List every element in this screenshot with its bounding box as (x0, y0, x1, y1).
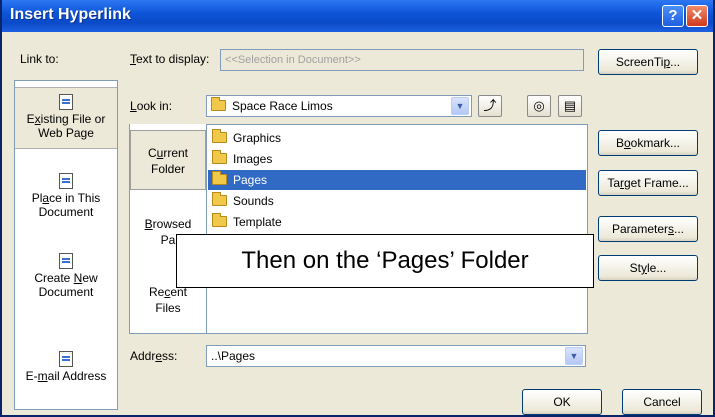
link-place-in-document[interactable]: Place in This Document (15, 173, 117, 229)
browse-file-icon[interactable]: ▤ (558, 95, 582, 117)
file-item-pages[interactable]: Pages (208, 170, 586, 190)
style-button[interactable]: Style... (598, 255, 698, 281)
link-to-bar: Existing File or Web Page Place in This … (14, 80, 118, 410)
folder-icon (212, 213, 227, 227)
link-existing-file[interactable]: Existing File or Web Page (15, 87, 117, 149)
address-dropdown-arrow-icon[interactable]: ▼ (565, 347, 583, 365)
instruction-callout: Then on the ‘Pages’ Folder (176, 234, 594, 288)
title-bar: Insert Hyperlink ? ✕ (2, 0, 713, 32)
file-item-images[interactable]: Images (208, 149, 586, 169)
recent-files-button[interactable]: Recent Files (130, 284, 206, 324)
file-item-graphics[interactable]: Graphics (208, 128, 586, 148)
window-title: Insert Hyperlink (10, 6, 131, 23)
text-to-display-label: Text to display: (130, 52, 210, 66)
file-item-template[interactable]: Template (208, 212, 586, 232)
look-in-dropdown-arrow-icon[interactable]: ▼ (451, 97, 469, 115)
folder-icon (211, 97, 226, 111)
address-field[interactable]: ..\Pages (206, 345, 586, 367)
cancel-button[interactable]: Cancel (622, 389, 702, 415)
current-folder-button[interactable]: Current Folder (130, 130, 206, 190)
up-one-folder-icon[interactable]: ⤴ (478, 95, 502, 117)
target-frame-button[interactable]: Target Frame... (598, 170, 698, 196)
help-button[interactable]: ? (662, 5, 684, 27)
close-button[interactable]: ✕ (686, 5, 708, 27)
view-panel: Current Folder Browsed Pa Recent Files (129, 124, 207, 334)
link-email-address[interactable]: E-mail Address (15, 351, 117, 401)
bookmark-button[interactable]: Bookmark... (598, 130, 698, 156)
link-to-label: Link to: (20, 52, 59, 66)
link-create-new-document[interactable]: Create New Document (15, 253, 117, 309)
browse-web-icon[interactable]: ◎ (527, 95, 551, 117)
ok-button[interactable]: OK (522, 389, 602, 415)
web-page-icon (59, 94, 73, 110)
address-label: Address: (130, 349, 178, 363)
look-in-dropdown[interactable]: Space Race Limos (206, 95, 472, 117)
folder-icon (212, 150, 227, 164)
file-list: Graphics Images Pages Sounds Template (206, 124, 588, 334)
document-bookmark-icon (59, 173, 73, 189)
look-in-label: Look in: (130, 99, 173, 113)
screentip-button[interactable]: ScreenTip... (598, 49, 698, 75)
folder-icon (212, 171, 227, 185)
insert-hyperlink-dialog: Insert Hyperlink ? ✕ Link to: Text to di… (0, 0, 715, 417)
folder-icon (212, 129, 227, 143)
email-icon (59, 351, 73, 367)
parameters-button[interactable]: Parameters... (598, 216, 698, 242)
file-item-sounds[interactable]: Sounds (208, 191, 586, 211)
folder-icon (212, 192, 227, 206)
text-to-display-field[interactable]: <<Selection in Document>> (220, 49, 584, 71)
new-document-icon (59, 253, 73, 269)
